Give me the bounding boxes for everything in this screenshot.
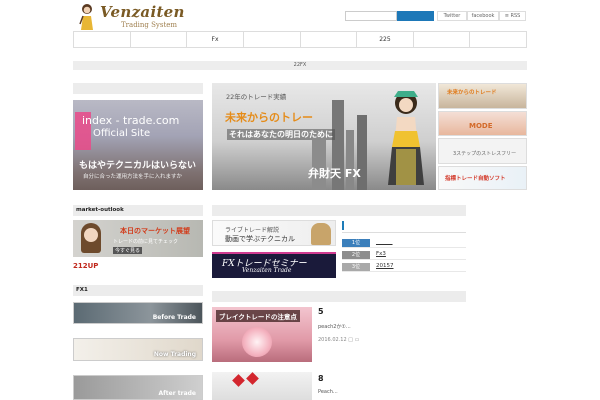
rss-label: RSS (510, 13, 521, 19)
nav-item-1[interactable] (74, 32, 131, 47)
building-2 (346, 130, 354, 190)
search-button[interactable] (397, 11, 434, 21)
market-banner-sub: トレードの前に見てチェック (113, 239, 179, 245)
thumb-mode[interactable]: MODE (438, 111, 527, 136)
ranking-row[interactable]: 2位 Fx3 (342, 250, 466, 260)
article-meta: 2016.02.12 □ ▭ (318, 337, 359, 343)
nav-item-225[interactable]: 225 (357, 32, 414, 47)
article-number[interactable]: 8 (318, 374, 324, 383)
live-character (311, 223, 331, 245)
hero-banner[interactable]: 22年のトレード実績 未来からのトレー それはあなたの明日のために 弁財天 FX (212, 83, 436, 190)
after-trade-label: After trade (158, 390, 196, 397)
banner-index-line3: もはやテクニカルはいらない (79, 161, 197, 171)
hero-line2: 未来からのトレー (225, 111, 313, 124)
nav-item-4[interactable] (244, 32, 301, 47)
ranking-marker (342, 221, 344, 230)
live-trade-banner[interactable]: ライブトレード解説 動画で学ぶテクニカル (212, 220, 336, 246)
nav-item-fx[interactable]: Fx (187, 32, 244, 47)
ranking-divider (342, 232, 466, 233)
hero-line1: 22年のトレード実績 (226, 93, 287, 101)
thumb-mode-label: MODE (469, 122, 493, 130)
sidebar-head-top (73, 83, 203, 94)
seminar-banner[interactable]: FXトレードセミナー Venzaiten Trade (212, 252, 336, 278)
logo-title[interactable]: Venzaiten (100, 3, 185, 21)
article-image-caption: ブレイクトレードの注意点 (216, 310, 300, 322)
market-outlook-heading: market-outlook (73, 205, 203, 216)
heart-icon (246, 372, 259, 385)
hero-line4: 弁財天 FX (308, 167, 361, 180)
rss-button[interactable]: ≡ RSS (499, 11, 526, 21)
label-212up: 212UP (73, 262, 99, 270)
thumb-stress-free-label: 3ステップのストレスフリー (453, 151, 517, 157)
before-trade-banner[interactable]: Before Trade (73, 302, 203, 324)
index-trade-banner[interactable]: index - trade.com Official Site もはやテクニカル… (73, 100, 203, 190)
center-heading-live (212, 205, 466, 216)
fx1-heading: FX1 (73, 285, 203, 296)
article-number[interactable]: 5 (318, 307, 324, 316)
market-outlook-banner[interactable]: 本日のマーケット展望 トレードの前に見てチェック 今すぐ見る (73, 220, 203, 257)
now-trading-banner[interactable]: Now Trading (73, 338, 203, 361)
rank-link[interactable]: Fx3 (376, 251, 386, 257)
search-input[interactable] (345, 11, 397, 21)
thumb-auto-software[interactable]: 指標トレード自動ソフト (438, 166, 527, 190)
thumb-stress-free[interactable]: 3ステップのストレスフリー (438, 138, 527, 164)
seminar-sub: Venzaiten Trade (242, 267, 292, 274)
rank-badge: 2位 (342, 251, 370, 259)
nav-item-8[interactable] (470, 32, 526, 47)
banner-index-line1: index - trade.com (82, 114, 180, 127)
twitter-button[interactable]: Twitter (437, 11, 467, 21)
logo-subtitle: Trading System (121, 21, 178, 29)
after-trade-banner[interactable]: After trade (73, 375, 203, 400)
rank-badge: 1位 (342, 239, 370, 247)
article-date: 2016.02.12 (318, 337, 347, 343)
rss-icon: ≡ (504, 13, 509, 19)
folder-icon: □ (348, 337, 353, 343)
market-banner-tag: 今すぐ見る (113, 247, 143, 254)
comment-icon[interactable]: ▭ (355, 337, 360, 343)
now-trading-label: Now Trading (153, 351, 196, 358)
rank-badge: 3位 (342, 263, 370, 271)
presenter-face (84, 228, 98, 242)
center-heading-articles (212, 291, 466, 302)
logo-figure (79, 4, 93, 30)
nav-item-7[interactable] (414, 32, 471, 47)
nav-item-2[interactable] (131, 32, 188, 47)
banner-index-line4: 自分に合った運用方法を手に入れますか (83, 174, 183, 180)
flower-image (242, 327, 272, 357)
market-banner-title: 本日のマーケット展望 (120, 227, 190, 235)
thumb-auto-software-label: 指標トレード自動ソフト (445, 176, 506, 182)
main-nav: Fx 225 (73, 31, 527, 48)
rank-link[interactable]: ______ (376, 239, 393, 245)
heart-icon (232, 374, 245, 387)
hero-line3: それはあなたの明日のために (227, 129, 335, 140)
facebook-button[interactable]: facebook (467, 11, 499, 21)
sub-bar: 22FX (73, 61, 527, 70)
rank-link[interactable]: 20157 (376, 263, 394, 269)
nav-item-5[interactable] (301, 32, 358, 47)
ranking-row[interactable]: 3位 20157 (342, 262, 466, 272)
article-excerpt: peach2か①... (318, 324, 351, 330)
article-image[interactable] (212, 372, 312, 400)
live-title2: 動画で学ぶテクニカル (225, 235, 295, 243)
thumb-future-trade-label: 未来からのトレード (447, 90, 497, 96)
article-image[interactable]: ブレイクトレードの注意点 (212, 307, 312, 362)
seminar-accent (212, 252, 336, 254)
article-excerpt: Peach... (318, 389, 338, 395)
before-trade-label: Before Trade (152, 314, 196, 321)
hero-character (388, 91, 424, 185)
banner-index-line2: Official Site (93, 128, 151, 139)
live-title1: ライブトレード解説 (225, 227, 280, 234)
thumb-future-trade[interactable]: 未来からのトレード (438, 83, 527, 109)
ranking-row[interactable]: 1位 ______ (342, 238, 466, 248)
